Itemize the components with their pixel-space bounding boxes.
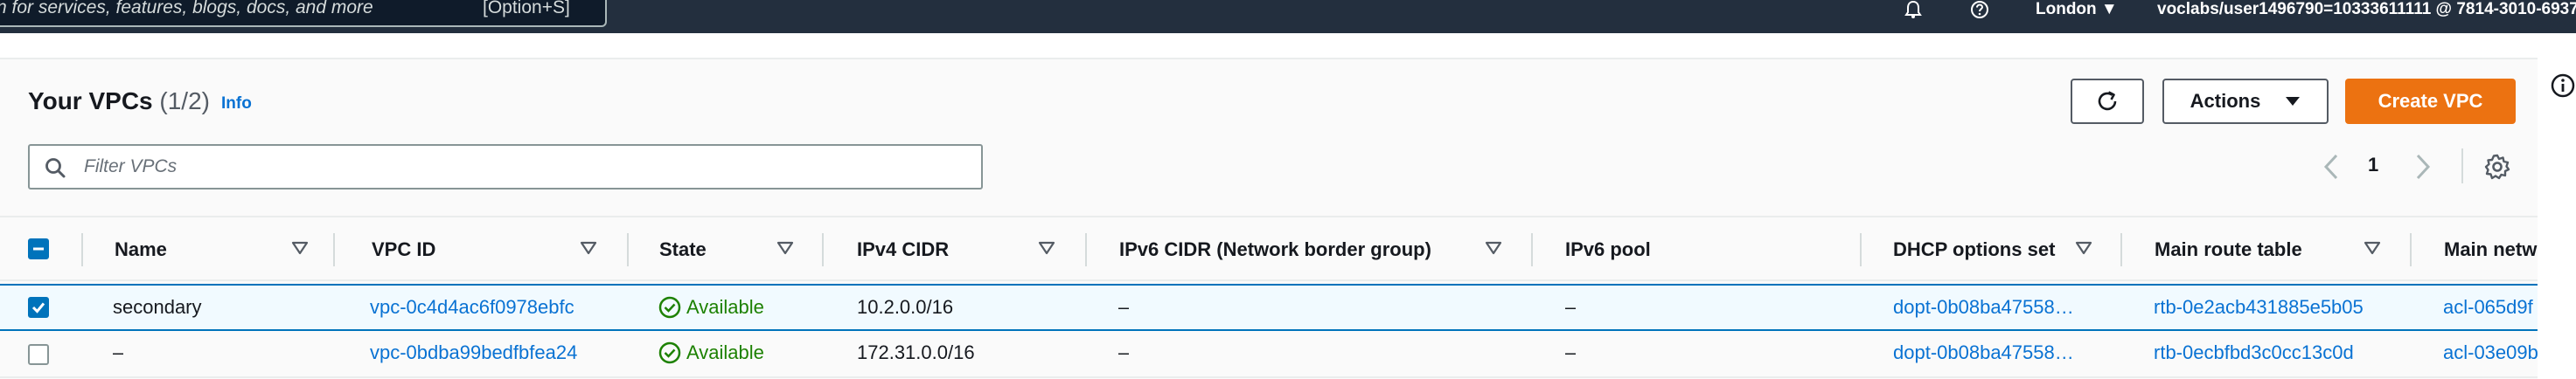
cell-main-route-table[interactable]: rtb-0e2acb431885e5b05 (2154, 286, 2364, 329)
refresh-button[interactable] (2071, 79, 2144, 124)
sort-icon[interactable] (2364, 241, 2381, 255)
vpc-table: Name VPC ID State IPv4 CIDR IPv6 CIDR (N… (0, 216, 2538, 379)
search-icon (45, 158, 66, 178)
gear-icon[interactable] (2483, 153, 2511, 181)
refresh-icon (2098, 91, 2117, 111)
check-circle-icon (658, 296, 681, 319)
chevron-right-icon[interactable] (2411, 152, 2435, 182)
bell-icon[interactable] (1901, 0, 1925, 19)
pager-divider (2461, 148, 2463, 183)
cell-ipv6-cidr: – (1118, 341, 1130, 363)
cell-ipv4-cidr: 10.2.0.0/16 (857, 296, 954, 318)
filter-vpcs[interactable] (28, 144, 983, 190)
sort-icon[interactable] (2075, 241, 2092, 255)
cell-ipv6-cidr: – (1118, 296, 1130, 318)
column-header-name[interactable]: Name (115, 217, 167, 281)
column-header-state[interactable]: State (659, 217, 707, 281)
cell-main-network-acl[interactable]: acl-03e09b (2443, 331, 2538, 375)
row-checkbox[interactable] (28, 297, 49, 318)
search-shortcut-hint: [Option+S] (483, 0, 570, 17)
cell-main-network-acl[interactable]: acl-065d9f (2443, 286, 2533, 329)
sort-icon[interactable] (291, 241, 309, 255)
state-label: Available (686, 296, 764, 318)
cell-name: secondary (113, 296, 202, 318)
sort-icon[interactable] (1485, 241, 1502, 255)
top-navigation: n for services, features, blogs, docs, a… (0, 0, 2576, 33)
selection-count: (1/2) (159, 87, 210, 114)
help-icon[interactable] (1967, 0, 1992, 19)
select-all-checkbox[interactable] (28, 238, 49, 259)
cell-vpc-id[interactable]: vpc-0bdba99bedfbfea24 (370, 331, 577, 375)
caret-down-icon (2286, 97, 2301, 106)
cell-ipv6-pool: – (1565, 296, 1577, 318)
sort-icon[interactable] (1038, 241, 1055, 255)
global-search[interactable]: n for services, features, blogs, docs, a… (0, 0, 607, 27)
cell-name: – (113, 341, 124, 363)
actions-dropdown-button[interactable]: Actions (2162, 79, 2329, 124)
actions-label: Actions (2190, 90, 2261, 112)
column-header-main-network-acl[interactable]: Main netw (2444, 217, 2537, 281)
chevron-left-icon[interactable] (2319, 152, 2343, 182)
check-circle-icon (658, 341, 681, 364)
table-header: Name VPC ID State IPv4 CIDR IPv6 CIDR (N… (0, 216, 2538, 281)
filter-vpcs-input[interactable] (84, 146, 967, 188)
info-link[interactable]: Info (221, 94, 252, 114)
cell-ipv6-pool: – (1565, 341, 1577, 363)
region-selector[interactable]: London ▼ (2036, 0, 2118, 19)
search-placeholder: n for services, features, blogs, docs, a… (0, 0, 373, 17)
cell-ipv4-cidr: 172.31.0.0/16 (857, 341, 975, 363)
info-icon[interactable] (2549, 72, 2576, 100)
column-header-ipv6-pool[interactable]: IPv6 pool (1565, 217, 1651, 281)
column-header-vpc-id[interactable]: VPC ID (372, 217, 435, 281)
sort-icon[interactable] (580, 241, 597, 255)
column-header-ipv6-cidr[interactable]: IPv6 CIDR (Network border group) (1119, 217, 1431, 281)
column-header-ipv4-cidr[interactable]: IPv4 CIDR (857, 217, 949, 281)
page-title-text: Your VPCs (28, 87, 153, 114)
state-label: Available (686, 341, 764, 363)
create-vpc-button[interactable]: Create VPC (2345, 79, 2516, 124)
table-row[interactable]: – vpc-0bdba99bedfbfea24 Available 172.31… (0, 331, 2538, 378)
cell-state: Available (658, 286, 764, 329)
cell-state: Available (658, 331, 764, 375)
row-checkbox[interactable] (28, 344, 49, 365)
cell-vpc-id[interactable]: vpc-0c4d4ac6f0978ebfc (370, 286, 574, 329)
cell-dhcp-options[interactable]: dopt-0b08ba47558… (1893, 331, 2096, 375)
table-row[interactable]: secondary vpc-0c4d4ac6f0978ebfc Availabl… (0, 284, 2538, 331)
cell-dhcp-options[interactable]: dopt-0b08ba47558… (1893, 286, 2096, 329)
sort-icon[interactable] (776, 241, 794, 255)
column-header-main-route-table[interactable]: Main route table (2155, 217, 2302, 281)
cell-main-route-table[interactable]: rtb-0ecbfbd3c0cc13c0d (2154, 331, 2354, 375)
account-menu[interactable]: voclabs/user1496790=10333611111 @ 7814-3… (2157, 0, 2576, 19)
column-header-dhcp-options[interactable]: DHCP options set (1893, 217, 2055, 281)
page-title: Your VPCs (1/2) (28, 87, 210, 115)
page-number[interactable]: 1 (2368, 154, 2378, 176)
